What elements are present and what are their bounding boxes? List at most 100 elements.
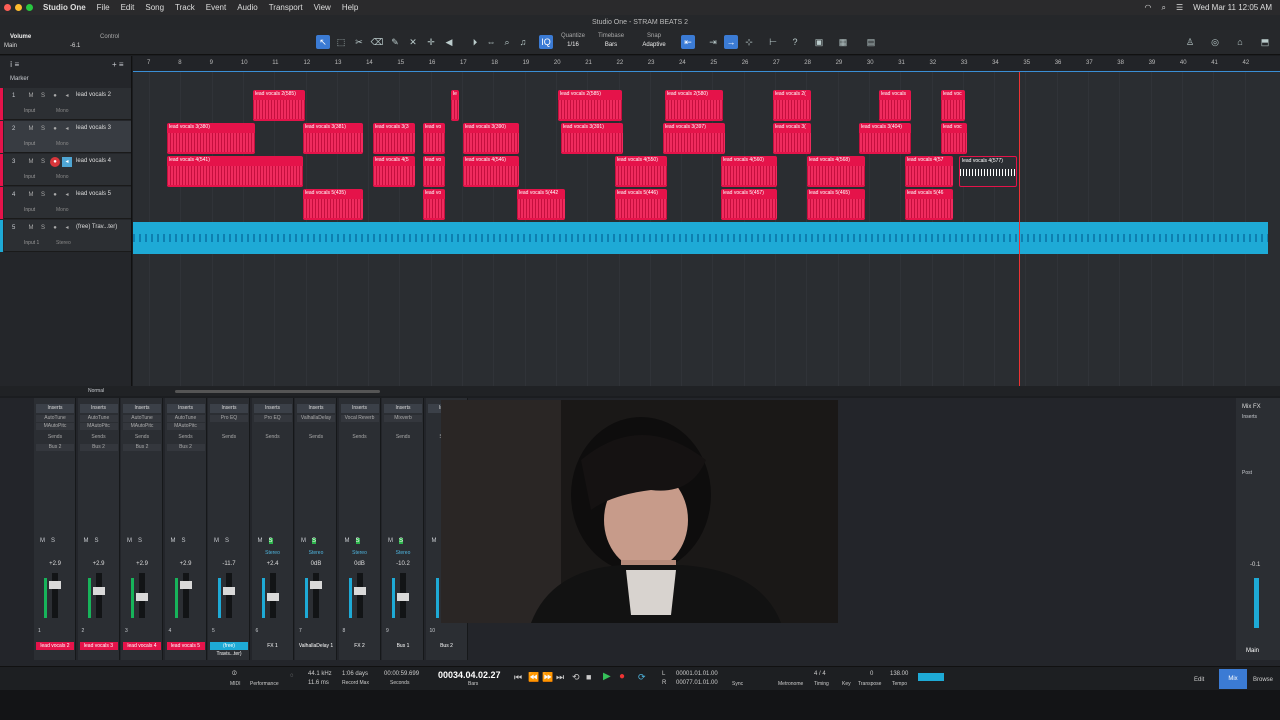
audio-event-clip[interactable]: lead vo: [423, 189, 445, 220]
fader-cap[interactable]: [223, 587, 235, 595]
menu-transport[interactable]: Transport: [269, 3, 303, 12]
autoscroll-icon[interactable]: ⇥: [706, 35, 720, 49]
volume-readout[interactable]: 0dB: [339, 561, 381, 567]
solo-button[interactable]: S: [38, 124, 48, 134]
ruler-bar-27[interactable]: 27: [773, 60, 780, 66]
forward-button[interactable]: ⏩: [542, 672, 553, 683]
inserts-button[interactable]: Inserts: [340, 404, 379, 413]
track-input[interactable]: Input: [24, 174, 35, 180]
audio-event-clip[interactable]: lead vocals 3(381): [303, 123, 363, 154]
audio-event-clip[interactable]: lead vocals 5(446): [615, 189, 667, 220]
audio-event-clip[interactable]: lead vocals 4(541): [167, 156, 303, 187]
fader-cap[interactable]: [266, 593, 279, 601]
menu-view[interactable]: View: [314, 3, 331, 12]
ruler-bar-35[interactable]: 35: [1023, 60, 1030, 66]
sends-label[interactable]: Sends: [210, 434, 248, 441]
video-icon[interactable]: ▣: [812, 35, 826, 49]
ruler-bar-16[interactable]: 16: [429, 60, 436, 66]
audio-event-clip[interactable]: lead vocals 3(391): [561, 123, 623, 154]
volume-fader[interactable]: [266, 573, 279, 618]
ruler-bar-30[interactable]: 30: [867, 60, 874, 66]
send-slot[interactable]: Bus 2: [36, 444, 74, 451]
channel-name[interactable]: FX 1: [253, 642, 292, 650]
track-row[interactable]: 1 M S ● ◂ lead vocals 2 Input Mono: [0, 88, 131, 120]
inserts-button[interactable]: Inserts: [166, 404, 205, 413]
track-row[interactable]: 3 M S ● ◂ lead vocals 4 Input Mono: [0, 154, 131, 186]
time-signature[interactable]: 4 / 4: [814, 671, 826, 677]
record-arm-button[interactable]: ●: [50, 190, 60, 200]
track-name[interactable]: lead vocals 3: [76, 125, 111, 131]
menu-edit[interactable]: Edit: [121, 3, 135, 12]
wifi-icon[interactable]: ◠: [1145, 3, 1152, 12]
ruler-bar-38[interactable]: 38: [1117, 60, 1124, 66]
volume-readout[interactable]: -10.2: [382, 561, 424, 567]
add-track-icon[interactable]: + ≡: [112, 60, 124, 69]
play-button[interactable]: ▶: [603, 671, 611, 682]
ruler-bar-37[interactable]: 37: [1086, 60, 1093, 66]
audio-event-clip[interactable]: lead vocals 2(580): [665, 90, 723, 121]
inserts-button[interactable]: Inserts: [123, 404, 161, 413]
audio-event-clip[interactable]: lead vocals 4(568): [807, 156, 865, 187]
track-row[interactable]: 4 M S ● ◂ lead vocals 5 Input Mono: [0, 187, 131, 219]
audio-event-clip[interactable]: lead vocals 4(57: [905, 156, 953, 187]
ruler-bar-39[interactable]: 39: [1149, 60, 1156, 66]
fader-cap[interactable]: [92, 587, 105, 595]
playhead[interactable]: [1019, 72, 1020, 386]
inserts-button[interactable]: Inserts: [384, 404, 422, 413]
sync-label[interactable]: Sync: [732, 681, 743, 687]
paint-tool-icon[interactable]: ✎: [388, 35, 402, 49]
mute-button[interactable]: M: [388, 538, 393, 544]
track-name[interactable]: lead vocals 5: [76, 191, 111, 197]
plugin-slot[interactable]: MAutoPitc: [123, 423, 161, 430]
solo-button[interactable]: S: [355, 538, 360, 544]
track-input[interactable]: Input: [24, 141, 35, 147]
audio-event-clip[interactable]: lead vocals 3(380): [167, 123, 255, 154]
return-to-zero-button[interactable]: ⏮: [514, 672, 522, 683]
inserts-button[interactable]: Inserts: [253, 404, 292, 413]
audio-event-clip[interactable]: lead vocals: [879, 90, 911, 121]
audio-event-clip[interactable]: lead vocals 4(550): [615, 156, 667, 187]
solo-button[interactable]: S: [399, 538, 404, 544]
channel-name[interactable]: lead vocals 2: [36, 642, 74, 650]
audio-event-clip[interactable]: lead vocals 5(46: [905, 189, 953, 220]
fader-cap[interactable]: [353, 587, 366, 595]
channel-name[interactable]: Bus 2: [427, 642, 466, 650]
loop-icon[interactable]: ♫: [516, 35, 530, 49]
audio-event-clip[interactable]: lead vocals 3(: [773, 123, 811, 154]
solo-button[interactable]: S: [312, 538, 317, 544]
arrow-tool-icon[interactable]: ↖: [316, 35, 330, 49]
expand-icon[interactable]: ⬒: [1258, 35, 1272, 49]
volume-readout[interactable]: +2.9: [121, 561, 163, 567]
audio-event-clip[interactable]: lead vo: [423, 123, 445, 154]
transpose-value[interactable]: 0: [870, 671, 873, 677]
monitor-button[interactable]: ◂: [62, 190, 72, 200]
solo-button[interactable]: S: [182, 538, 186, 544]
ruler-bar-32[interactable]: 32: [930, 60, 937, 66]
audio-event-clip[interactable]: lead vocals 5(465): [807, 189, 865, 220]
sends-label[interactable]: Sends: [340, 434, 379, 441]
ruler-bar-28[interactable]: 28: [804, 60, 811, 66]
track-mode[interactable]: Mono: [56, 141, 69, 147]
ruler-bar-19[interactable]: 19: [523, 60, 530, 66]
snap-toggle-button[interactable]: ⇤: [681, 35, 695, 49]
quantize-value[interactable]: 1/16: [561, 42, 585, 48]
monitor-button[interactable]: ◂: [62, 223, 72, 233]
channel-name[interactable]: Bus 1: [384, 642, 422, 650]
ruler-bar-36[interactable]: 36: [1055, 60, 1062, 66]
mute-button[interactable]: M: [345, 538, 350, 544]
split-view-icon[interactable]: ⊢: [766, 35, 780, 49]
timeline-icon[interactable]: ⊹: [742, 35, 756, 49]
ruler-bar-9[interactable]: 9: [210, 60, 213, 66]
audio-event-beat[interactable]: [133, 222, 1268, 254]
audio-event-clip[interactable]: lead vocals 4(5: [373, 156, 415, 187]
ruler-bar-40[interactable]: 40: [1180, 60, 1187, 66]
volume-readout[interactable]: +2.4: [252, 561, 294, 567]
track-name[interactable]: lead vocals 2: [76, 92, 111, 98]
solo-button[interactable]: S: [38, 223, 48, 233]
sends-label[interactable]: Sends: [166, 434, 205, 441]
menu-help[interactable]: Help: [342, 3, 358, 12]
tempo-value[interactable]: 138.00: [890, 671, 908, 677]
volume-fader[interactable]: [49, 573, 61, 618]
ruler-bar-15[interactable]: 15: [397, 60, 404, 66]
send-slot[interactable]: Bus 2: [166, 444, 205, 451]
